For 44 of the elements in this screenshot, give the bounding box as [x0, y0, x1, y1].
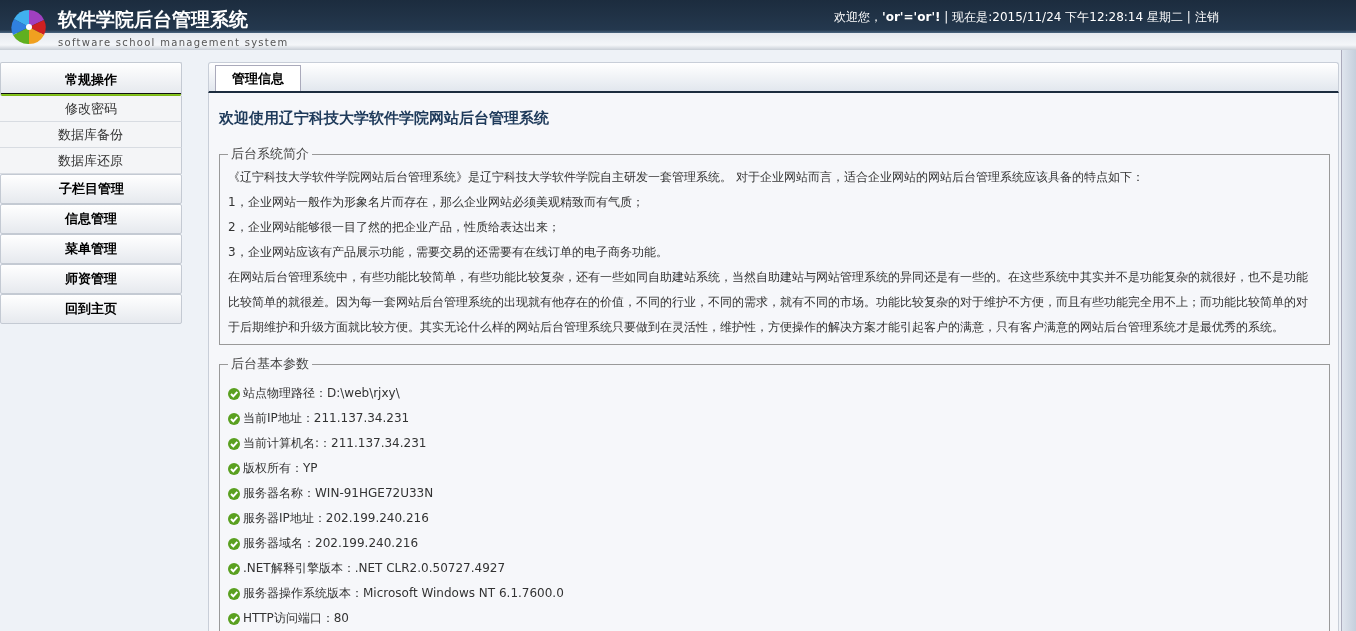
logo-icon [10, 8, 48, 46]
section-legend: 后台基本参数 [228, 355, 312, 373]
parameter-text: 版权所有：YP [243, 460, 318, 477]
check-icon [228, 612, 240, 625]
parameter-text: 当前IP地址：211.137.34.231 [243, 410, 410, 427]
parameter-text: 服务器域名：202.199.240.216 [243, 535, 419, 552]
parameter-text: 服务器名称：WIN-91HGE72U33N [243, 485, 434, 502]
parameter-text: 站点物理路径：D:\web\rjxy\ [243, 385, 400, 402]
sidebar-group-header[interactable]: 菜单管理 [0, 234, 182, 264]
parameter-text: HTTP访问端口：80 [243, 610, 349, 627]
tab[interactable]: 管理信息 [215, 65, 301, 91]
check-icon [228, 412, 240, 425]
parameter-text: 服务器IP地址：202.199.240.216 [243, 510, 429, 527]
intro-paragraph: 1，企业网站一般作为形象名片而存在，那么企业网站必须美观精致而有气质； [228, 194, 645, 211]
check-icon [228, 562, 240, 575]
check-icon [228, 512, 240, 525]
scrollbar[interactable] [1341, 50, 1356, 631]
intro-paragraph: 在网站后台管理系统中，有些功能比较简单，有些功能比较复杂，还有一些如同自助建站系统，当然自助建站与网站管理系统的异同还是有一些的。在这些系统中其实并不是功能复杂的就很好，也不是功能比较简单的就很差。因为每一套网站后台管理系统的出现就有他存在的价值，不同的行业，不同的需求，就有不同的市场。功能比较复杂的对于维护不方便，而且有些功能完全用不上；而功能比较简单的对于后期维护和升级方面就比较方便。其实无论什么样的网站后台管理系统只要做到在灵活性，维护性，方便操作的解决方案才能引起客户的满意，只有客户满意的网站后台管理系统才是最优秀的系统。 [228, 269, 1309, 336]
sidebar-group-header[interactable]: 常规操作 [0, 62, 182, 96]
sidebar-group-header[interactable]: 信息管理 [0, 204, 182, 234]
sidebar-group-header[interactable]: 回到主页 [0, 294, 182, 324]
check-icon [228, 487, 240, 500]
check-icon [228, 437, 240, 450]
check-icon [228, 387, 240, 400]
sidebar-group-header[interactable]: 师资管理 [0, 264, 182, 294]
sidebar-item[interactable]: 数据库备份 [0, 122, 182, 148]
parameter-text: 服务器操作系统版本：Microsoft Windows NT 6.1.7600.0 [243, 585, 564, 602]
intro-paragraph: 3，企业网站应该有产品展示功能，需要交易的还需要有在线订单的电子商务功能。 [228, 244, 669, 261]
check-icon [228, 587, 240, 600]
check-icon [228, 537, 240, 550]
parameter-text: 当前计算机名:：211.137.34.231 [243, 435, 427, 452]
parameter-text: .NET解释引擎版本：.NET CLR2.0.50727.4927 [243, 560, 506, 577]
intro-paragraph: 2，企业网站能够很一目了然的把企业产品，性质给表达出来； [228, 219, 561, 236]
app-subtitle: software school management system [58, 37, 289, 48]
sidebar-group-header[interactable]: 子栏目管理 [0, 174, 182, 204]
logout-link[interactable]: 注销 [1194, 9, 1219, 26]
sidebar-item[interactable]: 修改密码 [0, 96, 182, 122]
section-legend: 后台系统简介 [228, 145, 312, 163]
page-heading: 欢迎使用辽宁科技大学软件学院网站后台管理系统 [219, 108, 550, 129]
intro-paragraph: 《辽宁科技大学软件学院网站后台管理系统》是辽宁科技大学软件学院自主研发一套管理系统。 对于企业网站而言，适合企业网站的网站后台管理系统应该具备的特点如下： [228, 169, 1145, 186]
app-title: 软件学院后台管理系统 [58, 7, 248, 32]
sidebar-item[interactable]: 数据库还原 [0, 148, 182, 174]
welcome-status-text: 欢迎您，'or'='or'! | 现在是:2015/11/24 下午12:28:14 星期二 | [834, 9, 1191, 26]
check-icon [228, 462, 240, 475]
